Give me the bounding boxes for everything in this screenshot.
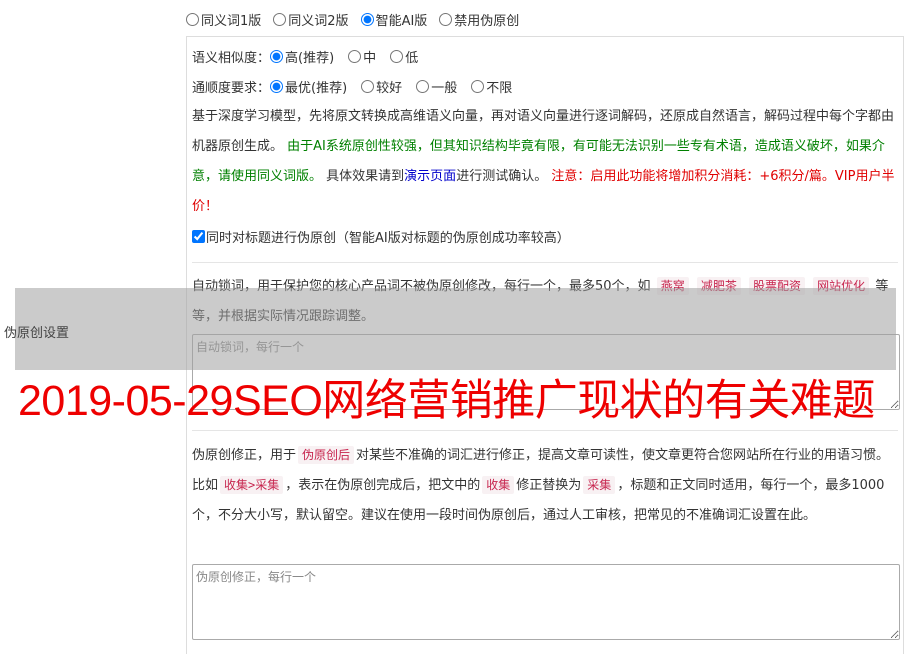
example-tag: 收集>采集: [220, 476, 284, 494]
mode-option-disable[interactable]: 禁用伪原创: [439, 10, 519, 29]
gray-overlay-band: [15, 288, 896, 370]
fluency-any-radio[interactable]: [471, 80, 485, 93]
mode-radio-synonym1[interactable]: [186, 13, 199, 26]
fluency-good-radio[interactable]: [361, 80, 375, 93]
example-tag: 收集: [482, 476, 515, 494]
divider: [192, 262, 898, 263]
title-rewrite-checkbox[interactable]: [192, 230, 205, 243]
similarity-low-label: 低: [405, 51, 419, 66]
fluency-any-label: 不限: [486, 81, 513, 96]
ai-description: 基于深度学习模型，先将原文转换成高维语义向量，再对语义向量进行逐词解码，还原成自…: [192, 102, 898, 222]
mode-radio-synonym2[interactable]: [273, 13, 287, 26]
similarity-label: 语义相似度：: [192, 51, 271, 66]
title-rewrite-option[interactable]: 同时对标题进行伪原创（智能AI版对标题的伪原创成功率较高）: [192, 227, 570, 246]
similarity-high-label: 高(推荐): [285, 51, 335, 66]
fix-text: ，表示在伪原创完成后，把文中的: [285, 478, 481, 493]
fluency-normal-label: 一般: [431, 81, 458, 96]
mode-option-synonym2[interactable]: 同义词2版: [273, 10, 349, 29]
mode-option-label: 智能AI版: [375, 14, 428, 29]
fluency-normal[interactable]: 一般: [416, 77, 457, 96]
fluency-best[interactable]: 最优(推荐): [270, 77, 347, 96]
desc-demo-suffix: 进行测试确认。: [456, 169, 548, 184]
title-rewrite-label: 同时对标题进行伪原创（智能AI版对标题的伪原创成功率较高）: [206, 231, 570, 246]
similarity-row: 语义相似度： 高(推荐) 中 低: [192, 47, 432, 66]
fluency-best-label: 最优(推荐): [285, 81, 348, 96]
fluency-any[interactable]: 不限: [471, 77, 512, 96]
desc-demo-prefix: 具体效果请到: [326, 169, 405, 184]
mode-option-label: 禁用伪原创: [454, 14, 520, 29]
example-tag: 采集: [583, 476, 616, 494]
mode-option-label: 同义词2版: [288, 14, 349, 29]
correction-description: 伪原创修正，用于 伪原创后 对某些不准确的词汇进行修正，提高文章可读性，使文章更符合…: [192, 441, 898, 531]
mode-option-ai[interactable]: 智能AI版: [360, 10, 428, 29]
mode-radio-ai[interactable]: [360, 13, 374, 26]
fluency-good[interactable]: 较好: [361, 77, 402, 96]
similarity-low-radio[interactable]: [390, 50, 404, 63]
mode-option-synonym1[interactable]: 同义词1版: [186, 10, 261, 29]
divider: [192, 430, 898, 431]
similarity-low[interactable]: 低: [390, 47, 418, 66]
fluency-row: 通顺度要求： 最优(推荐) 较好 一般 不限: [192, 77, 526, 96]
example-tag: 伪原创后: [298, 446, 355, 464]
fix-text: 伪原创修正，用于: [192, 448, 297, 463]
mode-radio-group: 同义词1版 同义词2版 智能AI版 禁用伪原创: [186, 10, 531, 29]
fluency-good-label: 较好: [376, 81, 403, 96]
similarity-mid[interactable]: 中: [348, 47, 376, 66]
mode-option-label: 同义词1版: [201, 14, 262, 29]
mode-radio-disable[interactable]: [439, 13, 453, 26]
fluency-best-radio[interactable]: [270, 80, 284, 93]
fluency-label: 通顺度要求：: [192, 81, 271, 96]
correction-input[interactable]: [192, 564, 900, 640]
similarity-mid-label: 中: [363, 51, 377, 66]
section-label: 伪原创设置: [4, 326, 70, 341]
fix-text: 修正替换为: [516, 478, 582, 493]
similarity-mid-radio[interactable]: [348, 50, 362, 63]
similarity-high[interactable]: 高(推荐): [270, 47, 334, 66]
similarity-high-radio[interactable]: [270, 50, 284, 63]
demo-page-link[interactable]: 演示页面: [404, 169, 456, 184]
fluency-normal-radio[interactable]: [416, 80, 430, 93]
watermark-title: 2019-05-29SEO网络营销推广现状的有关难题: [18, 377, 875, 425]
